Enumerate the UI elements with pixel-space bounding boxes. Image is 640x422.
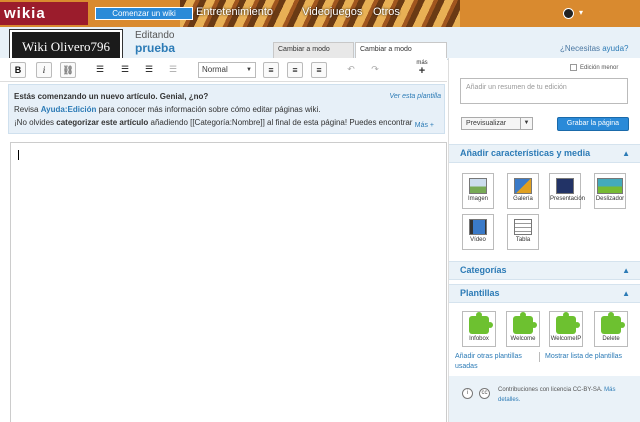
divider bbox=[539, 352, 540, 362]
align-right-icon[interactable]: ≡ bbox=[311, 62, 327, 78]
gallery-icon bbox=[514, 178, 532, 194]
align-left-icon[interactable]: ≡ bbox=[263, 62, 279, 78]
notice-more-link[interactable]: Más + bbox=[415, 119, 434, 132]
add-video-button[interactable]: Vídeo bbox=[462, 214, 494, 250]
template-infobox-button[interactable]: Infobox bbox=[462, 311, 496, 347]
add-slider-button[interactable]: Deslizador bbox=[594, 173, 626, 209]
minor-edit-checkbox[interactable]: Edición menor bbox=[570, 64, 618, 71]
license-text: Contribuciones con licencia CC-BY-SA. Má… bbox=[498, 387, 616, 403]
new-article-notice: Estás comenzando un nuevo artículo. Geni… bbox=[8, 84, 445, 134]
cc-attribution-icon: i bbox=[462, 388, 473, 399]
wikia-logo[interactable]: wikia bbox=[0, 2, 88, 25]
collapse-arrow-icon[interactable]: ▲ bbox=[622, 285, 630, 302]
more-tools-button[interactable]: más + bbox=[415, 60, 429, 77]
table-icon bbox=[514, 219, 532, 235]
add-table-button[interactable]: Tabla bbox=[507, 214, 539, 250]
text-cursor bbox=[18, 150, 19, 160]
see-template-link[interactable]: Ver esta plantilla bbox=[390, 90, 442, 103]
save-page-button[interactable]: Grabar la página bbox=[557, 117, 629, 131]
add-gallery-button[interactable]: Galería bbox=[507, 173, 539, 209]
undo-icon[interactable]: ↶ bbox=[343, 62, 359, 78]
start-wiki-button[interactable]: Comenzar un wiki bbox=[95, 7, 193, 20]
preview-button[interactable]: Previsualizar ▼ bbox=[461, 117, 533, 130]
nav-videogames[interactable]: Videojuegos bbox=[302, 6, 362, 18]
add-image-button[interactable]: Imagen bbox=[462, 173, 494, 209]
nav-entertainment[interactable]: Entretenimiento bbox=[196, 6, 273, 18]
notice-line-help: Revisa Ayuda:Edición para conocer más in… bbox=[14, 105, 321, 114]
bold-button[interactable]: B bbox=[10, 62, 26, 78]
help-link[interactable]: ayuda? bbox=[602, 44, 628, 53]
add-slideshow-button[interactable]: Presentación bbox=[549, 173, 585, 209]
cc-license-icon: cc bbox=[479, 388, 490, 399]
wiki-wordmark[interactable]: Wiki Olivero796 bbox=[10, 30, 122, 60]
editing-label: Editando bbox=[135, 30, 175, 41]
editor-toolbar: B i ⛓ ☰ ☰ ☰ ☰ Normal ▼ ≡ ≡ ≡ ↶ ↷ más + bbox=[0, 58, 447, 82]
template-welcome-button[interactable]: Welcome bbox=[506, 311, 540, 347]
puzzle-piece-icon bbox=[513, 312, 537, 334]
user-menu-chevron-icon[interactable]: ▾ bbox=[579, 8, 583, 17]
bullet-list-icon[interactable]: ☰ bbox=[92, 62, 108, 78]
video-icon bbox=[469, 219, 487, 235]
template-delete-button[interactable]: Delete bbox=[594, 311, 628, 347]
align-center-icon[interactable]: ≡ bbox=[287, 62, 303, 78]
nav-others[interactable]: Otros bbox=[373, 6, 400, 18]
notice-title: Estás comenzando un nuevo artículo. Geni… bbox=[14, 92, 209, 101]
slider-icon bbox=[597, 178, 623, 194]
tab-wysiwyg-mode[interactable]: Cambiar a modo WYSIWYG bbox=[355, 42, 447, 67]
collapse-arrow-icon[interactable]: ▲ bbox=[622, 262, 630, 279]
checkbox-icon[interactable] bbox=[570, 64, 577, 71]
templates-section-header[interactable]: Plantillas ▲ bbox=[449, 284, 640, 303]
numbered-list-icon[interactable]: ☰ bbox=[117, 62, 133, 78]
categories-section-header[interactable]: Categorías ▲ bbox=[449, 261, 640, 280]
indent-icon[interactable]: ☰ bbox=[141, 62, 157, 78]
notice-line-categorize: ¡No olvides categorizar este artículo añ… bbox=[14, 118, 413, 127]
template-welcomeip-button[interactable]: WelcomeIP bbox=[549, 311, 583, 347]
edit-summary-input[interactable]: Añadir un resumen de tu edición bbox=[460, 78, 628, 104]
features-section-header[interactable]: Añadir características y media ▲ bbox=[449, 144, 640, 163]
outdent-icon[interactable]: ☰ bbox=[165, 62, 181, 78]
puzzle-piece-icon bbox=[601, 312, 625, 334]
show-template-list-link[interactable]: Mostrar lista de plantillas bbox=[545, 352, 637, 362]
chevron-down-icon: ▼ bbox=[246, 67, 252, 73]
slideshow-icon bbox=[556, 178, 574, 194]
redo-icon[interactable]: ↷ bbox=[367, 62, 383, 78]
tab-source-mode[interactable]: Cambiar a modo fuente bbox=[273, 42, 354, 67]
user-avatar[interactable] bbox=[563, 8, 574, 19]
link-icon[interactable]: ⛓ bbox=[60, 62, 76, 78]
help-editing-link[interactable]: Ayuda:Edición bbox=[41, 105, 97, 114]
global-navigation-bar: wikia Comenzar un wiki Entretenimiento V… bbox=[0, 0, 640, 27]
add-other-templates-link[interactable]: Añadir otras plantillas usadas bbox=[455, 352, 535, 372]
italic-button[interactable]: i bbox=[36, 62, 52, 78]
editor-content-area[interactable] bbox=[10, 142, 447, 422]
chevron-down-icon[interactable]: ▼ bbox=[520, 118, 532, 129]
paragraph-format-select[interactable]: Normal ▼ bbox=[198, 62, 256, 78]
puzzle-piece-icon bbox=[556, 312, 580, 334]
image-icon bbox=[469, 178, 487, 194]
page-title: prueba bbox=[135, 41, 176, 55]
puzzle-piece-icon bbox=[469, 312, 493, 334]
collapse-arrow-icon[interactable]: ▲ bbox=[622, 145, 630, 162]
help-text: ¿Necesitas ayuda? bbox=[560, 44, 629, 53]
